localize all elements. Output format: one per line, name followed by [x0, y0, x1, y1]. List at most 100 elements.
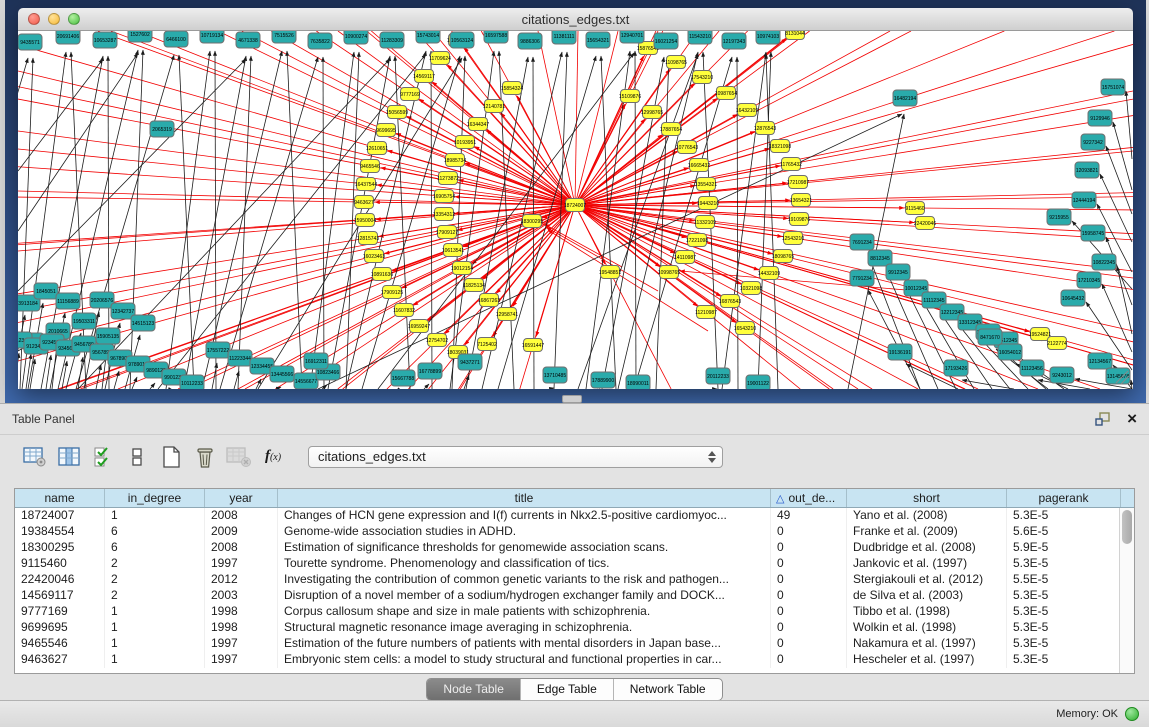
- close-panel-icon[interactable]: ×: [1127, 412, 1137, 426]
- table-cell[interactable]: 5.6E-5: [1007, 524, 1121, 540]
- table-cell[interactable]: Changes of HCN gene expression and I(f) …: [278, 508, 771, 524]
- table-cell[interactable]: Wolkin et al. (1998): [847, 620, 1007, 636]
- column-header-name[interactable]: name: [15, 489, 105, 507]
- tab-network-table[interactable]: Network Table: [614, 679, 722, 700]
- column-header-short[interactable]: short: [847, 489, 1007, 507]
- table-cell[interactable]: 0: [771, 572, 847, 588]
- table-cell[interactable]: Genome-wide association studies in ADHD.: [278, 524, 771, 540]
- table-columns-icon[interactable]: [52, 442, 86, 472]
- new-column-icon[interactable]: [154, 442, 188, 472]
- tab-edge-table[interactable]: Edge Table: [521, 679, 614, 700]
- table-cell[interactable]: 5.3E-5: [1007, 556, 1121, 572]
- table-settings-icon[interactable]: [18, 442, 52, 472]
- table-cell[interactable]: 18724007: [15, 508, 105, 524]
- table-cell[interactable]: Structural magnetic resonance image aver…: [278, 620, 771, 636]
- table-cell[interactable]: 5.9E-5: [1007, 540, 1121, 556]
- column-header-out-de-[interactable]: △out_de...: [771, 489, 847, 507]
- network-canvas[interactable]: 1938455411709624145691179777169150565999…: [18, 31, 1133, 389]
- table-row[interactable]: 911546021997Tourette syndrome. Phenomeno…: [15, 556, 1134, 572]
- table-select-dropdown[interactable]: citations_edges.txt: [308, 446, 723, 468]
- table-cell[interactable]: Hescheler et al. (1997): [847, 652, 1007, 668]
- table-cell[interactable]: 2: [105, 588, 205, 604]
- memory-status-indicator[interactable]: [1125, 707, 1139, 721]
- zoom-button[interactable]: [68, 13, 80, 25]
- close-button[interactable]: [28, 13, 40, 25]
- table-cell[interactable]: Franke et al. (2009): [847, 524, 1007, 540]
- table-row[interactable]: 2242004622012Investigating the contribut…: [15, 572, 1134, 588]
- table-cell[interactable]: Jankovic et al. (1997): [847, 556, 1007, 572]
- table-cell[interactable]: Estimation of the future numbers of pati…: [278, 636, 771, 652]
- minimize-button[interactable]: [48, 13, 60, 25]
- table-row[interactable]: 946554611997Estimation of the future num…: [15, 636, 1134, 652]
- table-cell[interactable]: 1: [105, 620, 205, 636]
- table-cell[interactable]: Corpus callosum shape and size in male p…: [278, 604, 771, 620]
- table-cell[interactable]: de Silva et al. (2003): [847, 588, 1007, 604]
- table-cell[interactable]: 1: [105, 636, 205, 652]
- table-cell[interactable]: 2008: [205, 508, 278, 524]
- table-cell[interactable]: 5.3E-5: [1007, 604, 1121, 620]
- table-row[interactable]: 969969511998Structural magnetic resonanc…: [15, 620, 1134, 636]
- table-cell[interactable]: 2008: [205, 540, 278, 556]
- table-row[interactable]: 1938455462009Genome-wide association stu…: [15, 524, 1134, 540]
- window-titlebar[interactable]: citations_edges.txt: [18, 8, 1133, 31]
- table-cell[interactable]: 5.3E-5: [1007, 652, 1121, 668]
- table-cell[interactable]: 1998: [205, 620, 278, 636]
- column-header-title[interactable]: title: [278, 489, 771, 507]
- table-cell[interactable]: 2: [105, 556, 205, 572]
- table-cell[interactable]: Tourette syndrome. Phenomenology and cla…: [278, 556, 771, 572]
- column-header-pagerank[interactable]: pagerank: [1007, 489, 1121, 507]
- table-cell[interactable]: 0: [771, 604, 847, 620]
- table-cell[interactable]: 2009: [205, 524, 278, 540]
- table-cell[interactable]: 9465546: [15, 636, 105, 652]
- table-row[interactable]: 977716911998Corpus callosum shape and si…: [15, 604, 1134, 620]
- table-cell[interactable]: 9463627: [15, 652, 105, 668]
- column-header-year[interactable]: year: [205, 489, 278, 507]
- table-cell[interactable]: 19384554: [15, 524, 105, 540]
- tab-node-table[interactable]: Node Table: [427, 679, 521, 700]
- panel-splitter-handle[interactable]: [562, 395, 582, 403]
- delete-column-icon[interactable]: [188, 442, 222, 472]
- table-cell[interactable]: 9699695: [15, 620, 105, 636]
- table-cell[interactable]: Nakamura et al. (1997): [847, 636, 1007, 652]
- table-cell[interactable]: Stergiakouli et al. (2012): [847, 572, 1007, 588]
- table-cell[interactable]: 5.3E-5: [1007, 620, 1121, 636]
- table-cell[interactable]: 5.5E-5: [1007, 572, 1121, 588]
- table-cell[interactable]: 1998: [205, 604, 278, 620]
- table-cell[interactable]: Investigating the contribution of common…: [278, 572, 771, 588]
- table-cell[interactable]: Disruption of a novel member of a sodium…: [278, 588, 771, 604]
- table-cell[interactable]: 1: [105, 604, 205, 620]
- column-header-in-degree[interactable]: in_degree: [105, 489, 205, 507]
- table-cell[interactable]: 6: [105, 540, 205, 556]
- table-cell[interactable]: 14569117: [15, 588, 105, 604]
- table-cell[interactable]: 9115460: [15, 556, 105, 572]
- table-cell[interactable]: 2003: [205, 588, 278, 604]
- table-row[interactable]: 946362711997Embryonic stem cells: a mode…: [15, 652, 1134, 668]
- table-cell[interactable]: 6: [105, 524, 205, 540]
- table-cell[interactable]: Tibbo et al. (1998): [847, 604, 1007, 620]
- table-cell[interactable]: 0: [771, 524, 847, 540]
- table-cell[interactable]: Estimation of significance thresholds fo…: [278, 540, 771, 556]
- table-cell[interactable]: 5.3E-5: [1007, 636, 1121, 652]
- table-cell[interactable]: 1997: [205, 556, 278, 572]
- table-row[interactable]: 1872400712008Changes of HCN gene express…: [15, 508, 1134, 524]
- table-cell[interactable]: 49: [771, 508, 847, 524]
- table-cell[interactable]: Embryonic stem cells: a model to study s…: [278, 652, 771, 668]
- table-cell[interactable]: 0: [771, 620, 847, 636]
- table-cell[interactable]: Dudbridge et al. (2008): [847, 540, 1007, 556]
- table-cell[interactable]: 5.3E-5: [1007, 508, 1121, 524]
- table-row[interactable]: 1456911722003Disruption of a novel membe…: [15, 588, 1134, 604]
- table-cell[interactable]: 0: [771, 588, 847, 604]
- table-cell[interactable]: 1: [105, 508, 205, 524]
- table-cell[interactable]: 22420046: [15, 572, 105, 588]
- table-cell[interactable]: 0: [771, 652, 847, 668]
- table-cell[interactable]: 2: [105, 572, 205, 588]
- row-height-icon[interactable]: [120, 442, 154, 472]
- delete-table-icon[interactable]: [222, 442, 256, 472]
- table-cell[interactable]: 5.3E-5: [1007, 588, 1121, 604]
- table-cell[interactable]: Yano et al. (2008): [847, 508, 1007, 524]
- table-cell[interactable]: 1997: [205, 652, 278, 668]
- table-cell[interactable]: 0: [771, 540, 847, 556]
- table-scrollbar[interactable]: [1119, 508, 1134, 673]
- table-row[interactable]: 1830029562008Estimation of significance …: [15, 540, 1134, 556]
- table-cell[interactable]: 0: [771, 556, 847, 572]
